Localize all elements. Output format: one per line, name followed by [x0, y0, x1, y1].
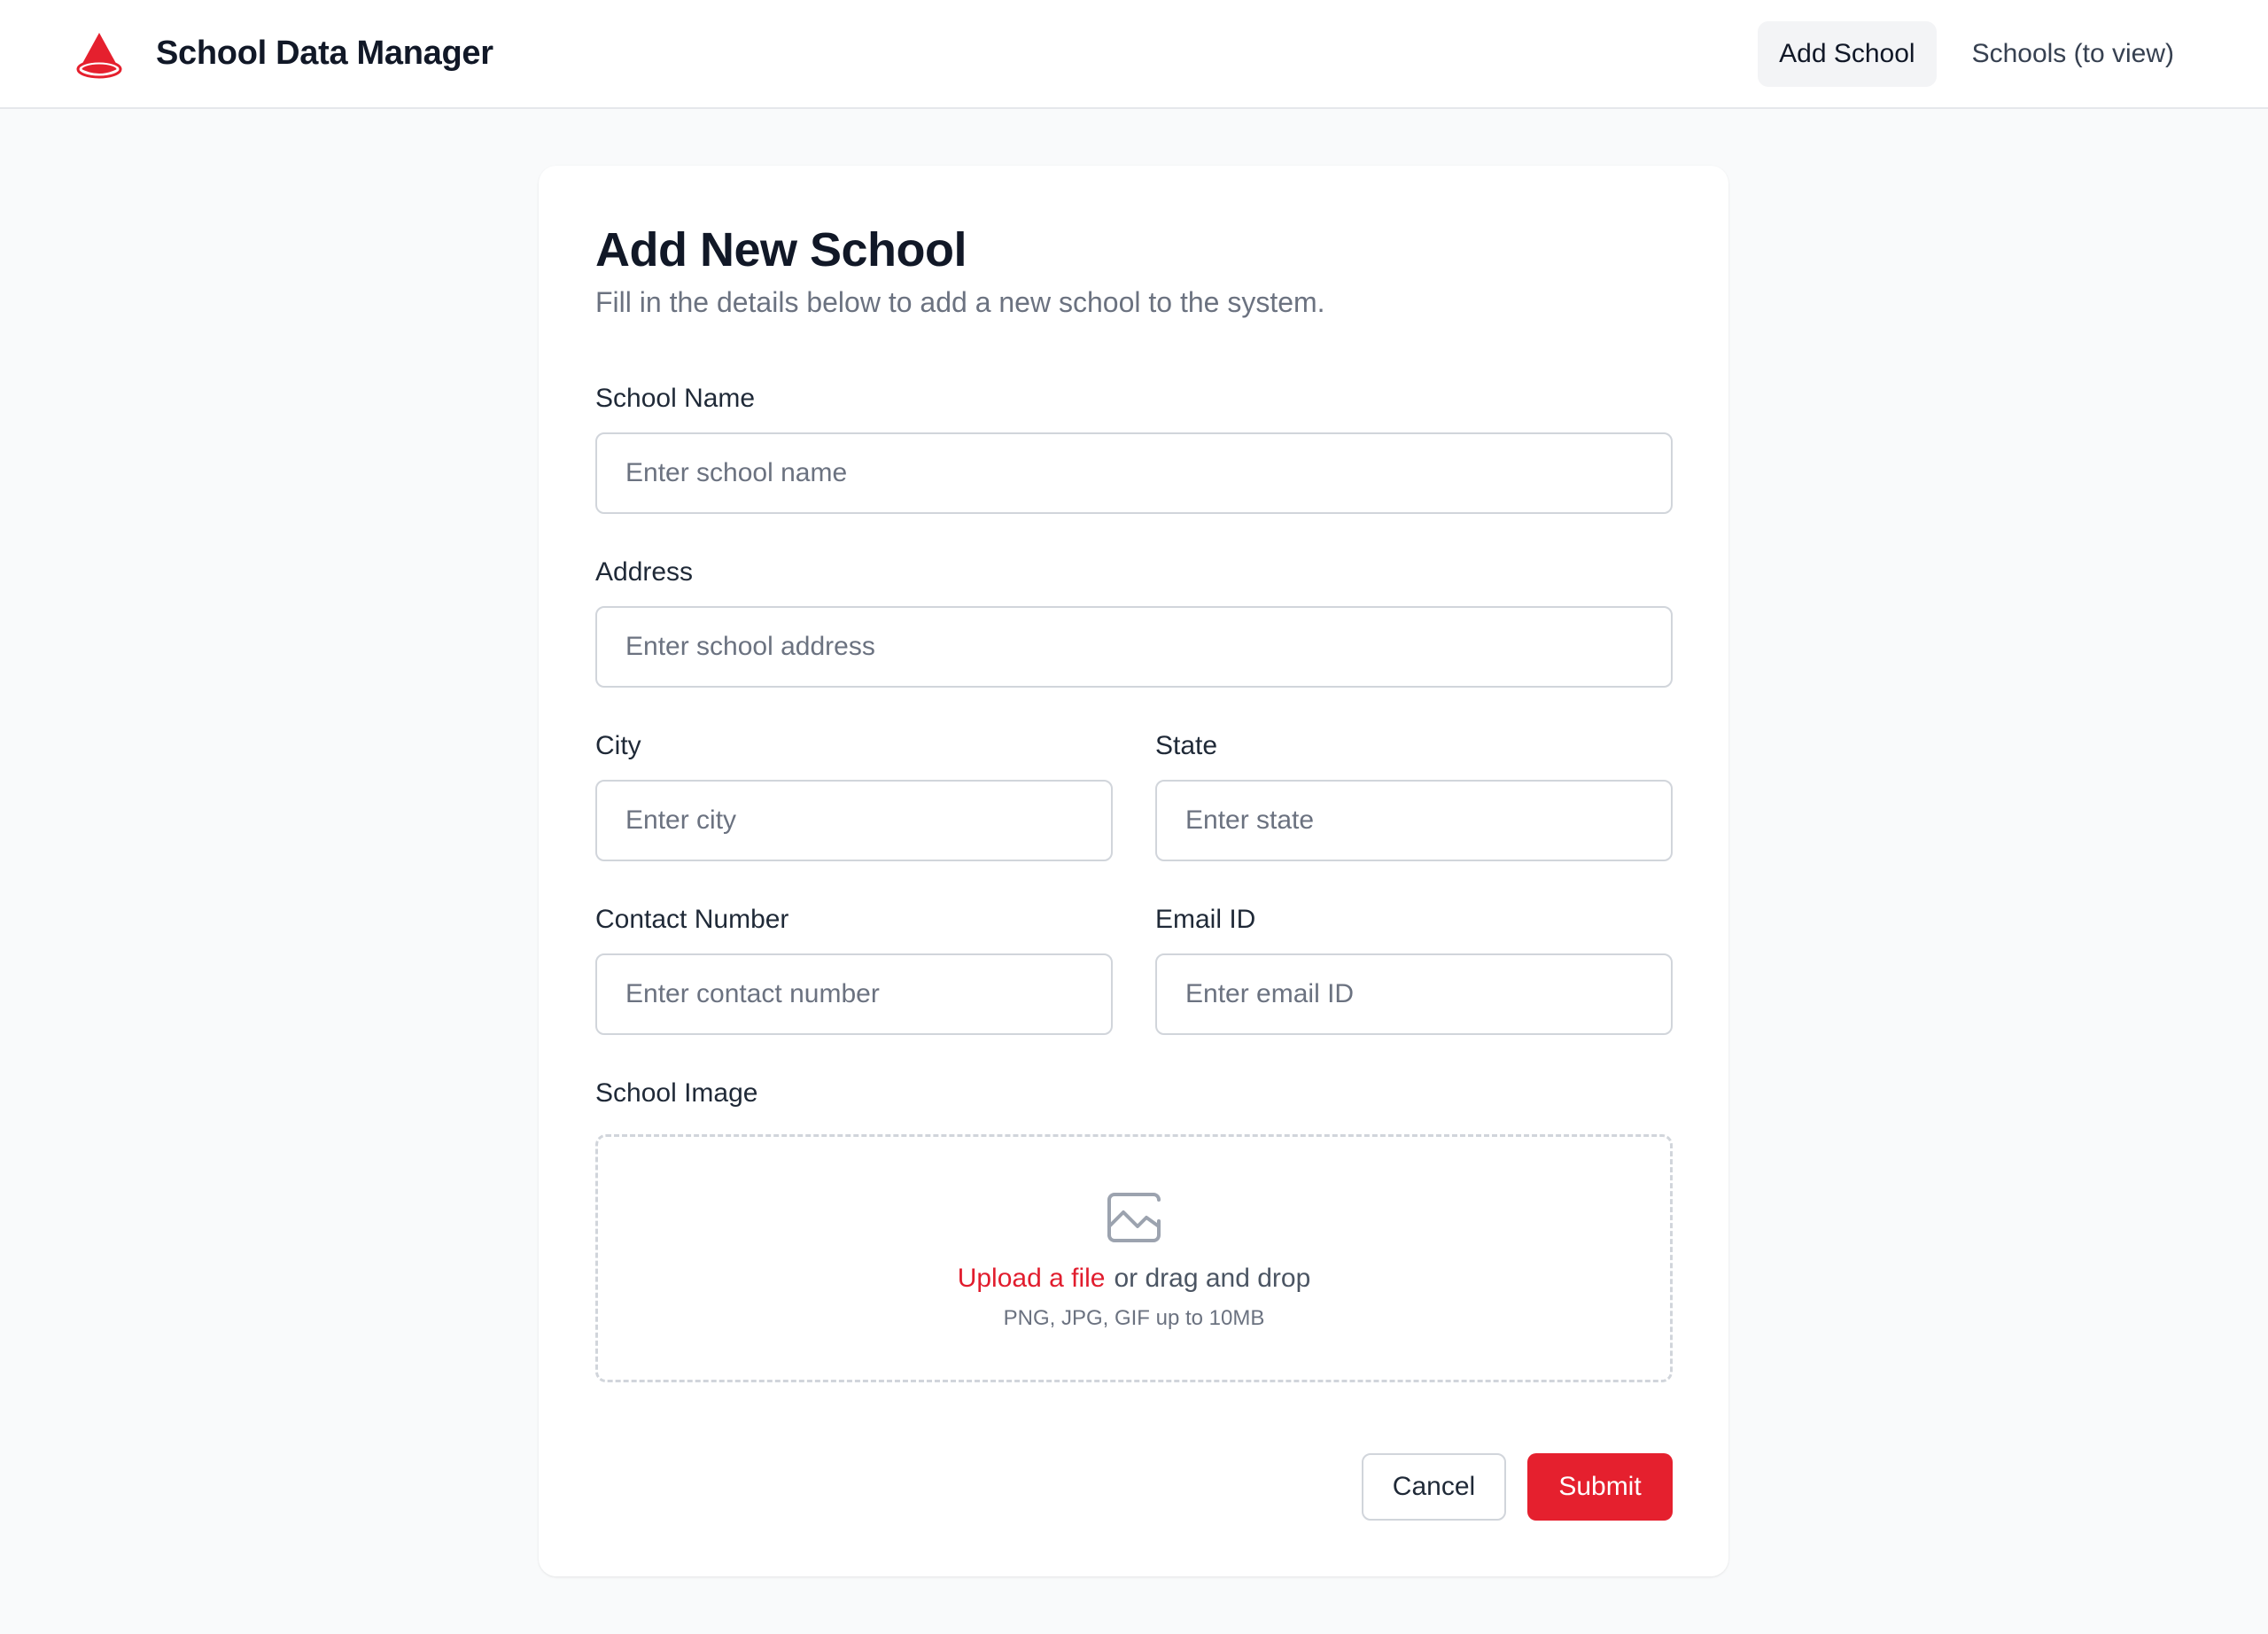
nav-add-school[interactable]: Add School — [1758, 20, 1937, 87]
submit-button[interactable]: Submit — [1527, 1453, 1673, 1521]
email-label: Email ID — [1155, 905, 1256, 934]
top-navbar: School Data Manager Add School Schools (… — [0, 0, 2268, 109]
state-input[interactable] — [1155, 780, 1673, 861]
school-image-label: School Image — [595, 1078, 758, 1108]
add-school-form-card: Add New School Fill in the details below… — [539, 166, 1728, 1576]
app-title: School Data Manager — [156, 35, 493, 72]
upload-file-link[interactable]: Upload a file — [958, 1264, 1106, 1294]
page-title: Add New School — [595, 223, 967, 276]
brand[interactable]: School Data Manager — [73, 27, 493, 81]
address-input[interactable] — [595, 606, 1673, 688]
state-label: State — [1155, 731, 1218, 760]
page-subtitle: Fill in the details below to add a new s… — [595, 286, 1325, 318]
cone-icon — [76, 32, 122, 78]
nav-schools-view[interactable]: Schools (to view) — [1951, 21, 2195, 87]
cancel-button[interactable]: Cancel — [1362, 1453, 1506, 1521]
city-label: City — [595, 731, 641, 760]
contact-number-input[interactable] — [595, 953, 1113, 1035]
main-nav: Add School Schools (to view) — [1758, 20, 2195, 87]
drag-drop-text: or drag and drop — [1114, 1264, 1311, 1293]
school-name-input[interactable] — [595, 432, 1673, 514]
school-name-label: School Name — [595, 384, 756, 413]
address-label: Address — [595, 557, 694, 587]
city-input[interactable] — [595, 780, 1113, 861]
image-dropzone[interactable]: Upload a file or drag and drop PNG, JPG,… — [595, 1134, 1673, 1382]
image-icon — [1107, 1193, 1161, 1242]
dropzone-text: Upload a file or drag and drop — [958, 1264, 1311, 1294]
contact-number-label: Contact Number — [595, 905, 789, 934]
email-input[interactable] — [1155, 953, 1673, 1035]
file-type-hint: PNG, JPG, GIF up to 10MB — [1003, 1306, 1265, 1330]
